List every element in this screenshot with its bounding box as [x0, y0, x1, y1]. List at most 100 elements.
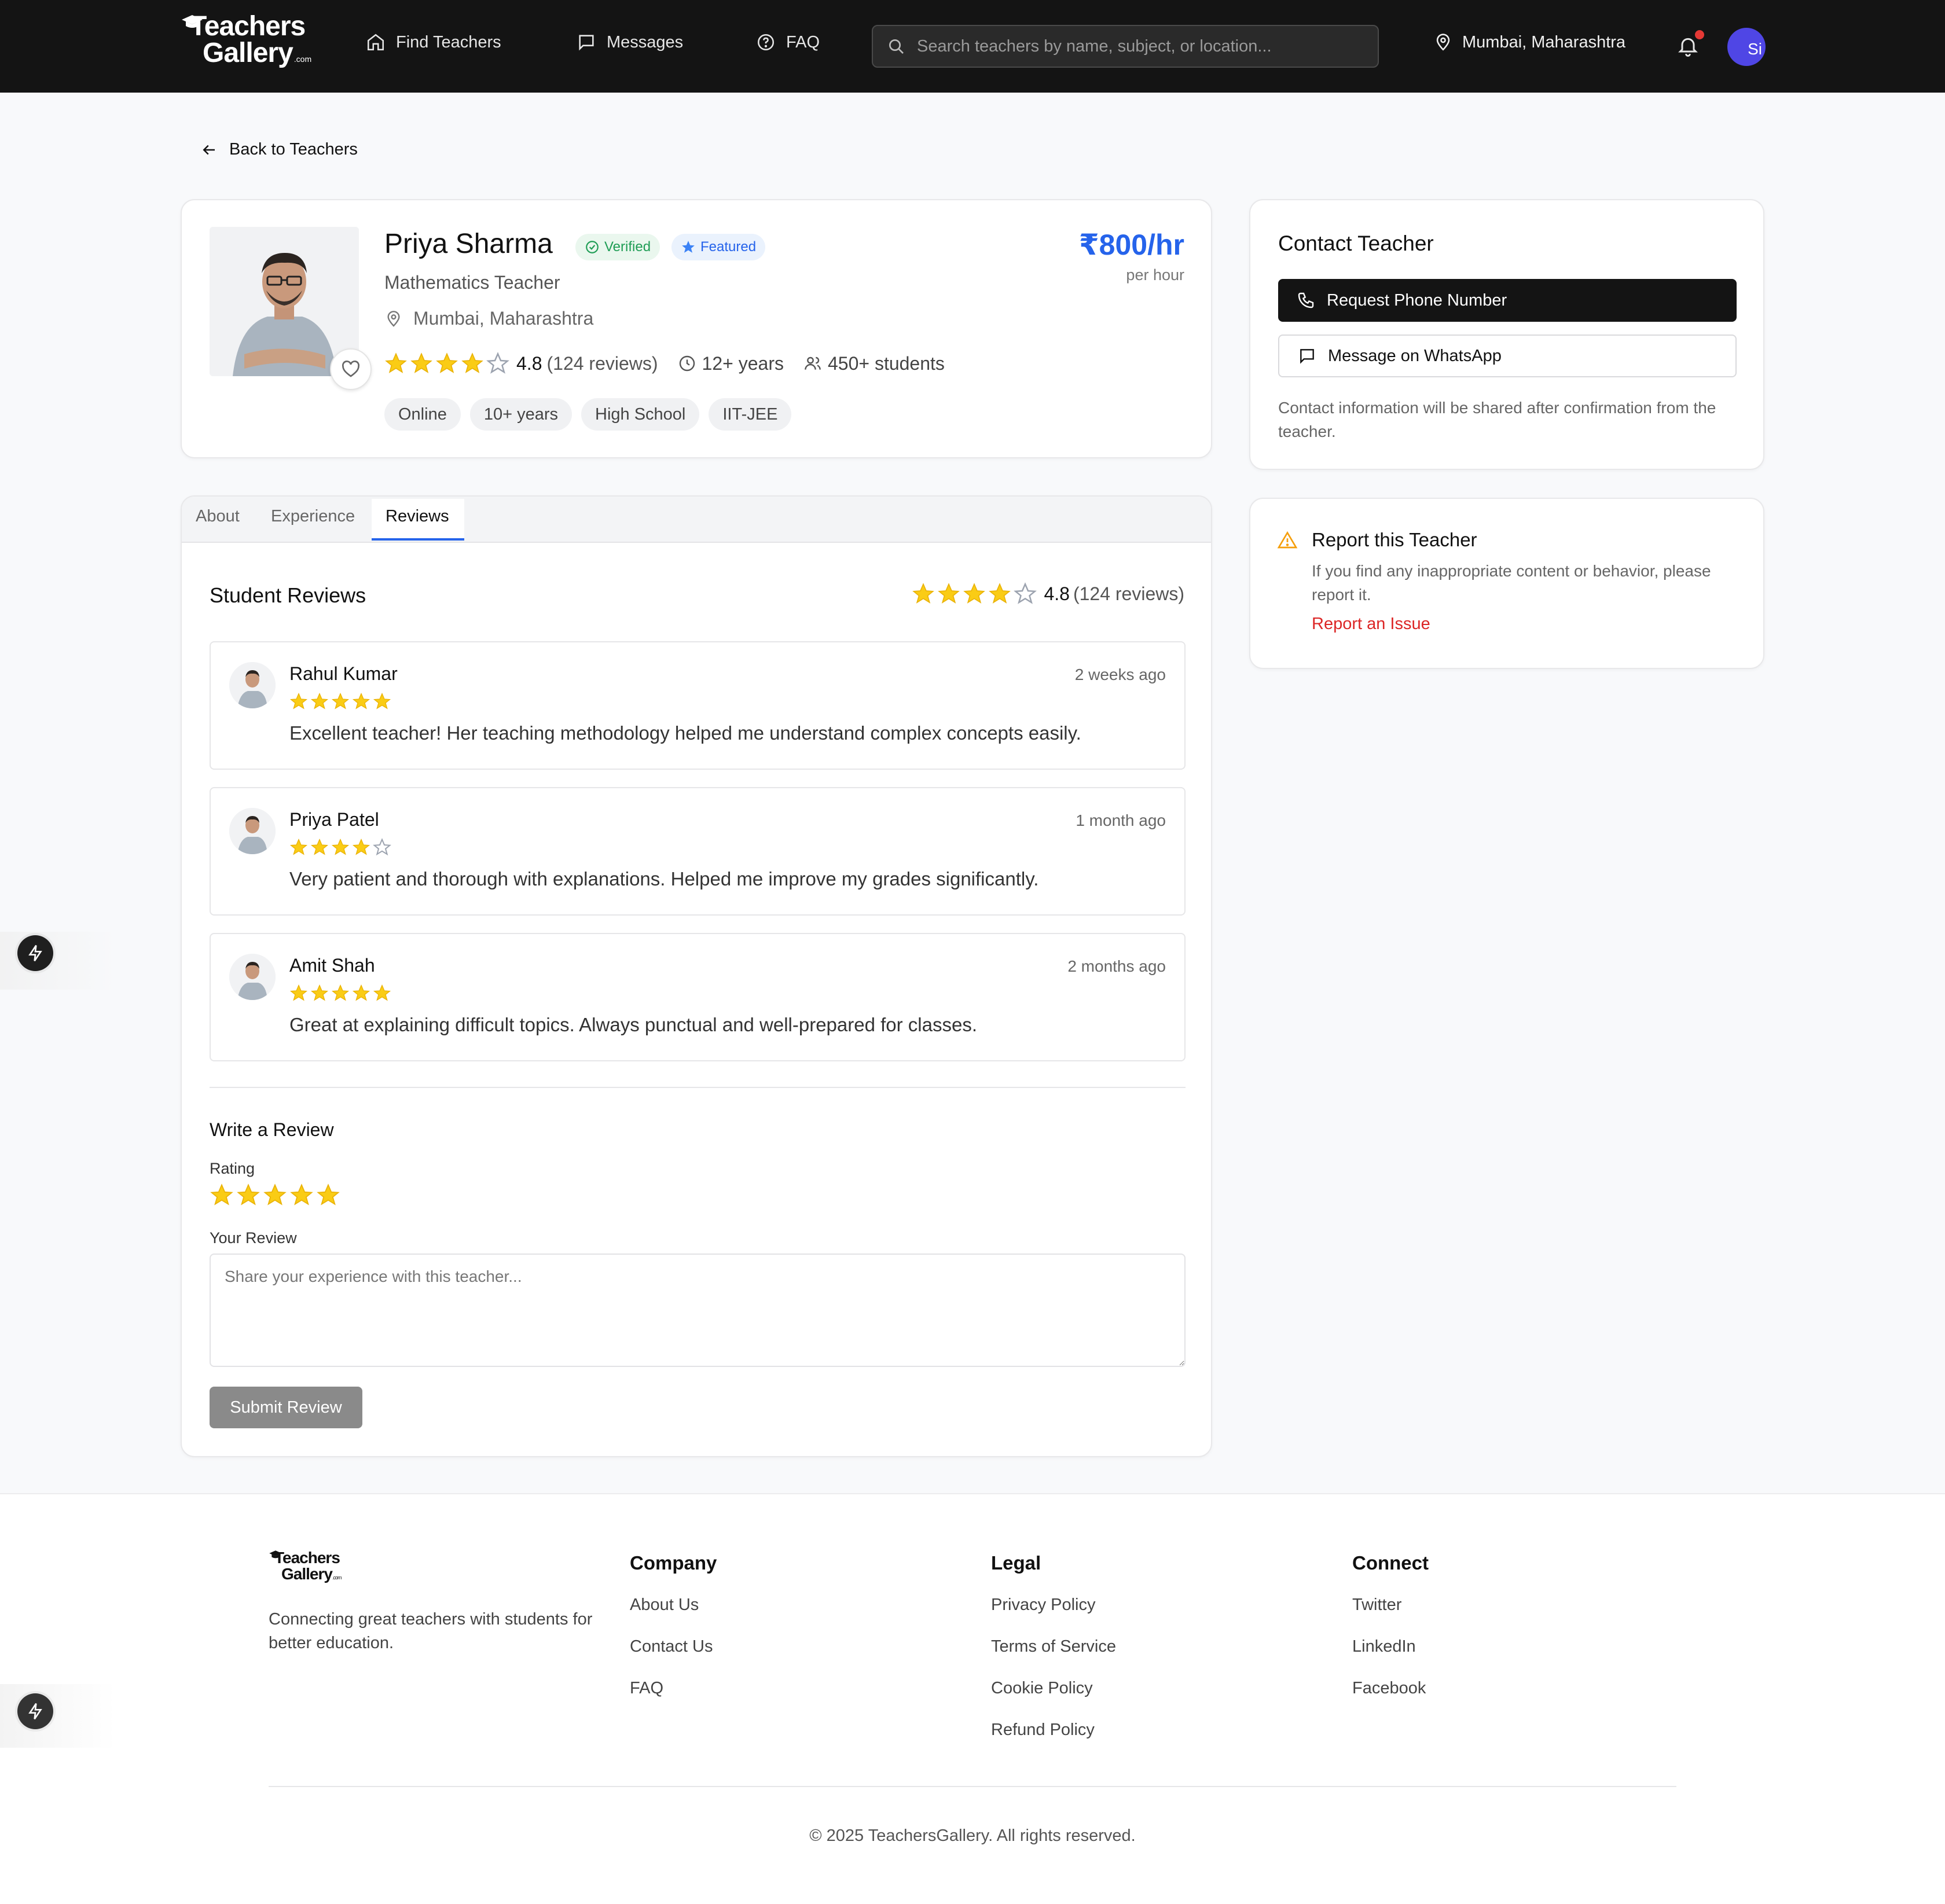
write-review-title: Write a Review [210, 1119, 334, 1140]
footer-link-terms[interactable]: Terms of Service [991, 1635, 1116, 1677]
report-issue-link[interactable]: Report an Issue [1312, 615, 1430, 634]
floating-area [0, 1684, 116, 1748]
star-filled-icon [310, 984, 329, 1001]
user-avatar-initials: Si [1748, 40, 1762, 58]
footer-brand-suffix: .com [332, 1575, 342, 1580]
price-unit: per hour [1126, 266, 1184, 284]
star-filled-icon[interactable] [210, 1183, 234, 1207]
teacher-location-label: Mumbai, Maharashtra [413, 308, 594, 329]
graduation-cap-icon [269, 1550, 282, 1559]
star-filled-icon [912, 583, 935, 604]
review-date: 1 month ago [1076, 811, 1166, 829]
tab-reviews[interactable]: Reviews [386, 507, 449, 526]
summary-rating-value: 4.8 [1044, 583, 1070, 604]
footer-link-faq[interactable]: FAQ [630, 1677, 717, 1719]
reviewer-avatar [229, 954, 276, 1000]
star-empty-icon [1014, 582, 1037, 604]
home-icon [367, 34, 384, 51]
report-title: Report this Teacher [1312, 529, 1477, 550]
summary-rating-stars [912, 582, 1037, 605]
tab-about[interactable]: About [196, 507, 240, 526]
profile-rating-stars [384, 352, 509, 375]
summary-review-count: (124 reviews) [1073, 583, 1184, 604]
notification-dot [1695, 30, 1704, 39]
whatsapp-label: Message on WhatsApp [1328, 346, 1502, 365]
experience-stat: 12+ years [678, 353, 784, 374]
reviews-summary: 4.8 (124 reviews) [912, 582, 1184, 605]
star-filled-icon [373, 984, 391, 1001]
students-stat: 450+ students [803, 353, 945, 374]
lightning-fab[interactable] [17, 1693, 53, 1729]
footer-link-facebook[interactable]: Facebook [1352, 1677, 1429, 1719]
featured-badge: Featured [671, 234, 766, 260]
nav-find-teachers[interactable]: Find Teachers [366, 32, 501, 52]
tab-bar: About Experience Reviews [182, 497, 1211, 543]
nav-messages[interactable]: Messages [577, 32, 683, 52]
graduation-cap-icon [182, 15, 203, 28]
star-filled-icon[interactable] [263, 1183, 287, 1207]
submit-review-button[interactable]: Submit Review [210, 1387, 362, 1428]
star-filled-icon [331, 838, 350, 855]
footer-legal-column: Legal Privacy Policy Terms of Service Co… [991, 1552, 1116, 1760]
footer-link-refund[interactable]: Refund Policy [991, 1719, 1116, 1760]
message-icon [579, 35, 594, 51]
user-avatar[interactable]: Si [1727, 28, 1766, 66]
review-stars [289, 838, 391, 857]
rating-label: Rating [210, 1160, 255, 1177]
search-bar[interactable] [872, 25, 1379, 68]
review-textarea[interactable] [210, 1254, 1186, 1367]
star-filled-icon [989, 583, 1011, 604]
footer-company-column: Company About Us Contact Us FAQ [630, 1552, 717, 1719]
footer-link-cookie[interactable]: Cookie Policy [991, 1677, 1116, 1719]
heart-icon [342, 361, 359, 377]
star-empty-icon [486, 352, 509, 374]
check-circle-icon [586, 241, 599, 253]
footer-tagline: Connecting great teachers with students … [269, 1610, 593, 1652]
lightning-fab[interactable] [17, 935, 53, 971]
footer-link-privacy[interactable]: Privacy Policy [991, 1594, 1116, 1635]
star-filled-icon[interactable] [289, 1183, 314, 1207]
hourly-price: ₹800/hr [1078, 229, 1184, 261]
star-empty-icon [373, 838, 391, 856]
tab-experience[interactable]: Experience [271, 507, 355, 526]
teacher-stats: 4.8 (124 reviews) 12+ years 450+ student… [384, 352, 945, 375]
nav-faq[interactable]: FAQ [756, 32, 820, 52]
whatsapp-button[interactable]: Message on WhatsApp [1278, 335, 1737, 377]
report-description: If you find any inappropriate content or… [1312, 562, 1711, 604]
tag-high-school: High School [581, 398, 700, 431]
star-filled-icon[interactable] [236, 1183, 260, 1207]
teacher-location: Mumbai, Maharashtra [384, 308, 593, 329]
map-pin-icon [387, 310, 400, 327]
reviewer-avatar [229, 662, 276, 708]
location-selector[interactable]: Mumbai, Maharashtra [1433, 32, 1625, 52]
search-input[interactable] [917, 36, 1357, 56]
footer-link-linkedin[interactable]: LinkedIn [1352, 1635, 1429, 1677]
verified-label: Verified [604, 239, 651, 255]
back-to-teachers-link[interactable]: Back to Teachers [200, 140, 358, 159]
footer-brand-line2: Gallery [281, 1565, 333, 1583]
review-date: 2 months ago [1067, 957, 1166, 975]
tag-experience: 10+ years [469, 398, 572, 431]
footer-connect-title: Connect [1352, 1552, 1429, 1574]
footer-link-twitter[interactable]: Twitter [1352, 1594, 1429, 1635]
student-reviews-title: Student Reviews [210, 583, 366, 607]
favorite-button[interactable] [330, 348, 372, 390]
star-filled-icon [310, 838, 329, 855]
footer-link-contact[interactable]: Contact Us [630, 1635, 717, 1677]
rating-input-stars[interactable] [210, 1183, 340, 1207]
star-filled-icon [461, 352, 483, 373]
brand-logo[interactable]: Teachers Gallery .com [181, 13, 311, 67]
footer-link-about[interactable]: About Us [630, 1594, 717, 1635]
top-navbar: Teachers Gallery .com Find Teachers Messa… [0, 0, 1945, 93]
review-date: 2 weeks ago [1074, 666, 1166, 683]
request-phone-label: Request Phone Number [1327, 291, 1507, 310]
location-label: Mumbai, Maharashtra [1462, 32, 1626, 52]
request-phone-button[interactable]: Request Phone Number [1278, 279, 1737, 322]
teacher-details-card: About Experience Reviews Student Reviews… [181, 495, 1212, 1457]
star-filled-icon [410, 352, 432, 373]
star-filled-icon[interactable] [316, 1183, 340, 1207]
footer-connect-column: Connect Twitter LinkedIn Facebook [1352, 1552, 1429, 1719]
footer-logo[interactable]: Teachers Gallery.com [269, 1550, 342, 1583]
brand-line1: Teachers [190, 11, 306, 42]
profile-rating-value: 4.8 [516, 352, 542, 374]
